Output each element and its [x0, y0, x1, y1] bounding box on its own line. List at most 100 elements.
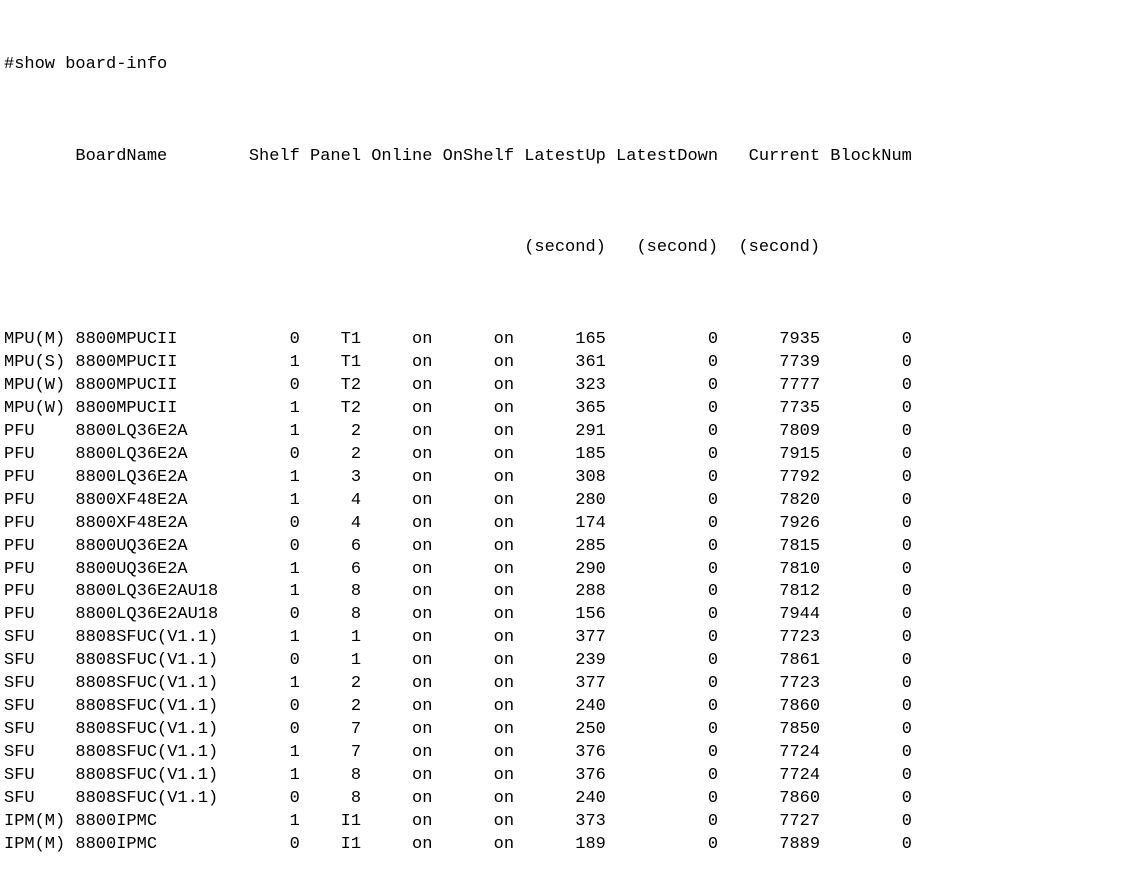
table-row: PFU8800LQ36E2A02onon185079150 — [4, 444, 1142, 467]
header-row-1: BoardNameShelfPanelOnlineOnShelfLatestUp… — [4, 146, 1142, 169]
cell-latestup: 156 — [514, 604, 606, 627]
table-row: MPU(W)8800MPUCII0T2onon323077770 — [4, 375, 1142, 398]
cell-type: PFU — [4, 536, 75, 559]
table-row: SFU8808SFUC(V1.1)18onon376077240 — [4, 765, 1142, 788]
cell-shelf: 0 — [239, 536, 300, 559]
cell-current: 7723 — [718, 627, 820, 650]
cell-latestup: 308 — [514, 467, 606, 490]
cell-shelf: 0 — [239, 650, 300, 673]
cell-latestdown: 0 — [606, 788, 718, 811]
cell-onshelf: on — [432, 375, 514, 398]
col-header-latestdown: LatestDown — [606, 146, 718, 169]
cell-panel: 2 — [300, 673, 361, 696]
cell-panel: 1 — [300, 650, 361, 673]
cell-shelf: 0 — [239, 788, 300, 811]
cell-type: PFU — [4, 604, 75, 627]
cell-blocknum: 0 — [820, 559, 912, 582]
cell-shelf: 0 — [239, 604, 300, 627]
cell-current: 7724 — [718, 742, 820, 765]
cell-online: on — [361, 788, 432, 811]
cell-online: on — [361, 352, 432, 375]
cell-shelf: 0 — [239, 513, 300, 536]
cell-latestdown: 0 — [606, 719, 718, 742]
cell-shelf: 1 — [239, 421, 300, 444]
cell-latestdown: 0 — [606, 375, 718, 398]
cell-shelf: 1 — [239, 398, 300, 421]
cell-panel: 2 — [300, 444, 361, 467]
cell-latestup: 174 — [514, 513, 606, 536]
cell-blocknum: 0 — [820, 834, 912, 857]
cell-online: on — [361, 490, 432, 513]
cell-panel: T2 — [300, 375, 361, 398]
cell-latestdown: 0 — [606, 352, 718, 375]
cell-onshelf: on — [432, 673, 514, 696]
cell-panel: T2 — [300, 398, 361, 421]
cell-online: on — [361, 375, 432, 398]
col-subheader-current: (second) — [718, 237, 820, 260]
cell-panel: 3 — [300, 467, 361, 490]
cell-blocknum: 0 — [820, 329, 912, 352]
cell-onshelf: on — [432, 719, 514, 742]
cell-panel: 2 — [300, 696, 361, 719]
cell-boardname: 8808SFUC(V1.1) — [75, 650, 238, 673]
cell-boardname: 8800UQ36E2A — [75, 536, 238, 559]
col-header-boardname: BoardName — [75, 146, 238, 169]
cell-online: on — [361, 444, 432, 467]
cell-online: on — [361, 398, 432, 421]
cell-latestdown: 0 — [606, 834, 718, 857]
cell-online: on — [361, 742, 432, 765]
cell-current: 7815 — [718, 536, 820, 559]
cell-boardname: 8808SFUC(V1.1) — [75, 627, 238, 650]
cell-type: PFU — [4, 559, 75, 582]
cell-boardname: 8800LQ36E2A — [75, 444, 238, 467]
cell-latestdown: 0 — [606, 627, 718, 650]
cell-panel: T1 — [300, 329, 361, 352]
cell-online: on — [361, 811, 432, 834]
cell-latestdown: 0 — [606, 581, 718, 604]
table-row: PFU8800LQ36E2AU1818onon288078120 — [4, 581, 1142, 604]
cell-current: 7727 — [718, 811, 820, 834]
table-row: SFU8808SFUC(V1.1)01onon239078610 — [4, 650, 1142, 673]
cell-blocknum: 0 — [820, 742, 912, 765]
cell-panel: T1 — [300, 352, 361, 375]
cell-onshelf: on — [432, 329, 514, 352]
cell-latestdown: 0 — [606, 490, 718, 513]
cell-boardname: 8800UQ36E2A — [75, 559, 238, 582]
cell-onshelf: on — [432, 788, 514, 811]
col-header-latestup: LatestUp — [514, 146, 606, 169]
cell-online: on — [361, 581, 432, 604]
cell-onshelf: on — [432, 834, 514, 857]
cell-shelf: 0 — [239, 696, 300, 719]
cell-online: on — [361, 673, 432, 696]
cell-latestdown: 0 — [606, 398, 718, 421]
cell-latestdown: 0 — [606, 765, 718, 788]
terminal-output: #show board-info BoardNameShelfPanelOnli… — [0, 0, 1146, 888]
cell-onshelf: on — [432, 536, 514, 559]
cell-shelf: 1 — [239, 627, 300, 650]
cell-shelf: 0 — [239, 719, 300, 742]
cell-blocknum: 0 — [820, 765, 912, 788]
cell-latestup: 365 — [514, 398, 606, 421]
col-header-onshelf: OnShelf — [432, 146, 514, 169]
cell-current: 7735 — [718, 398, 820, 421]
cell-latestdown: 0 — [606, 604, 718, 627]
cell-latestup: 240 — [514, 696, 606, 719]
cell-type: IPM(M) — [4, 811, 75, 834]
table-row: SFU8808SFUC(V1.1)02onon240078600 — [4, 696, 1142, 719]
cell-boardname: 8808SFUC(V1.1) — [75, 696, 238, 719]
cell-online: on — [361, 329, 432, 352]
cell-latestup: 280 — [514, 490, 606, 513]
cell-shelf: 0 — [239, 329, 300, 352]
cell-current: 7889 — [718, 834, 820, 857]
cell-panel: 2 — [300, 421, 361, 444]
cell-online: on — [361, 650, 432, 673]
cell-panel: 8 — [300, 604, 361, 627]
cell-latestup: 240 — [514, 788, 606, 811]
cell-shelf: 0 — [239, 834, 300, 857]
cell-type: MPU(W) — [4, 398, 75, 421]
col-header-blocknum: BlockNum — [820, 146, 912, 169]
cell-type: SFU — [4, 719, 75, 742]
cell-current: 7861 — [718, 650, 820, 673]
cell-latestup: 285 — [514, 536, 606, 559]
cell-current: 7723 — [718, 673, 820, 696]
